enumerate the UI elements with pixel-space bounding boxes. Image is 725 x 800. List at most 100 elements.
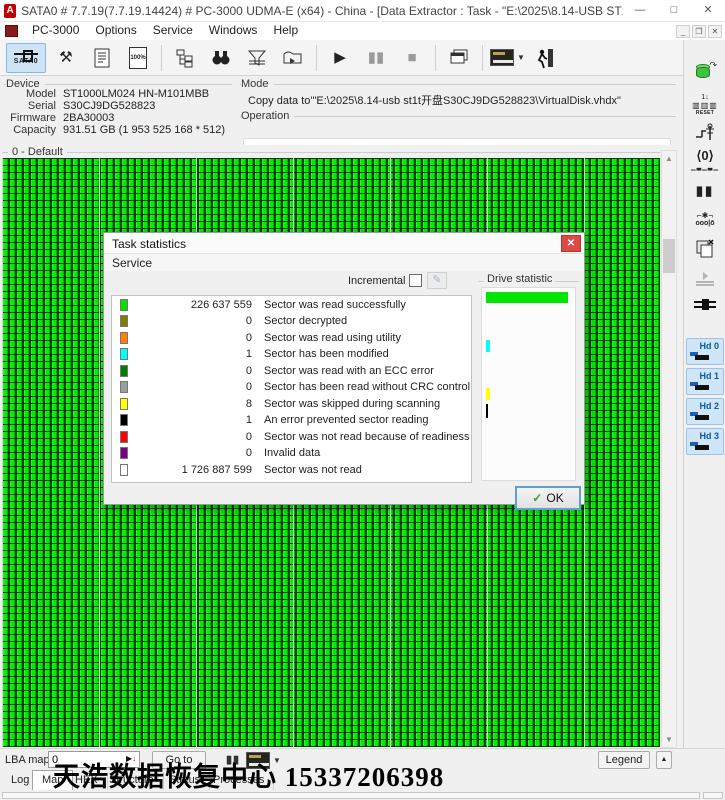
drive-statistic-group: Drive statistic xyxy=(478,273,579,485)
stat-label: Sector has been read without CRC control xyxy=(264,381,470,393)
mode-group-label: Mode xyxy=(241,78,274,90)
stat-row: 8 Sector was skipped during scanning xyxy=(112,396,471,412)
pause-icon: ▮▮ xyxy=(368,50,385,66)
status-grip xyxy=(703,792,723,799)
exit-man-icon xyxy=(535,47,555,69)
ok-button[interactable]: ✓OK xyxy=(516,487,580,509)
map-view-button[interactable]: ▼ xyxy=(490,43,525,73)
script-button[interactable] xyxy=(86,43,118,73)
drive-mark-read xyxy=(486,292,568,303)
sidebar-item-hd0[interactable]: Hd 0 xyxy=(686,338,724,365)
device-model-value: ST1000LM024 HN-M101MBB xyxy=(63,88,209,100)
start-task-button[interactable]: ▶ xyxy=(324,43,356,73)
scroll-up-icon[interactable]: ▲ xyxy=(662,151,676,166)
power-database-button[interactable]: ↷ xyxy=(688,58,722,84)
mdi-restore-button[interactable]: ❐ xyxy=(692,25,706,38)
sidebar-pause-button[interactable]: ▮▮ xyxy=(688,178,722,204)
jumper-icon xyxy=(14,50,38,58)
filter-button[interactable] xyxy=(241,43,273,73)
clear-copies-button[interactable] xyxy=(688,236,722,262)
device-serial-row: SerialS30CJ9DG528823 xyxy=(4,100,155,112)
app-icon: A xyxy=(4,4,16,18)
toolbar-separator xyxy=(435,45,436,71)
eject-button[interactable] xyxy=(277,43,309,73)
menu-service[interactable]: Service xyxy=(145,22,201,40)
head-icon xyxy=(690,382,710,390)
title-bar: A SATA0 # 7.7.19(7.7.19.14424) # PC-3000… xyxy=(0,0,725,22)
scrollbar-thumb[interactable] xyxy=(663,239,675,273)
drive-mark-modified xyxy=(486,340,490,352)
head-icon xyxy=(690,442,710,450)
drive-statistic-panel xyxy=(481,287,576,481)
map-group-line xyxy=(2,152,660,153)
stat-row: 0 Invalid data xyxy=(112,445,471,461)
sidebar-item-hd2[interactable]: Hd 2 xyxy=(686,398,724,425)
device-capacity-row: Capacity931.51 GB (1 953 525 168 * 512) xyxy=(4,124,225,136)
stop-task-button[interactable]: ■ xyxy=(396,43,428,73)
percent-doc-icon: 100% xyxy=(129,47,147,69)
utility-tools-button[interactable]: ⚒ xyxy=(50,43,82,73)
cascade-windows-button[interactable] xyxy=(443,43,475,73)
pause-task-button[interactable]: ▮▮ xyxy=(360,43,392,73)
mode-value: Copy data to'"E:\2025\8.14-usb st1t开盘S30… xyxy=(248,92,621,108)
stat-row: 0 Sector decrypted xyxy=(112,313,471,329)
toolbar-separator xyxy=(161,45,162,71)
clear-copies-icon xyxy=(693,238,717,260)
task-statistics-dialog: Task statistics ✕ Service Incremental ✎ … xyxy=(103,232,585,505)
sidebar-item-hd3[interactable]: Hd 3 xyxy=(686,428,724,455)
menu-options[interactable]: Options xyxy=(87,22,144,40)
menu-pc3000[interactable]: PC-3000 xyxy=(24,22,87,40)
scroll-down-icon[interactable]: ▼ xyxy=(662,732,676,747)
search-button[interactable] xyxy=(205,43,237,73)
stat-count: 0 xyxy=(112,447,252,459)
map-thumbnail-icon xyxy=(490,49,514,66)
menu-bar: PC-3000 Options Service Windows Help _ ❐… xyxy=(0,22,725,40)
sata0-port-button[interactable]: SATA0 xyxy=(6,43,46,73)
legend-button[interactable]: Legend xyxy=(598,751,650,769)
collapse-panel-button[interactable]: ▲ xyxy=(656,751,672,769)
menu-windows[interactable]: Windows xyxy=(201,22,266,40)
brush-icon: ✎ xyxy=(432,274,441,286)
stat-row: 1 Sector has been modified xyxy=(112,346,471,362)
drive-statistic-label: Drive statistic xyxy=(484,273,555,285)
right-sidebar: ↷ 1↓▥▥▥RESET ⟨0⟩▁▃▁▃▁ ▮▮ ⌐✱¬ooo|ō Hd 0 xyxy=(683,40,725,748)
exit-button[interactable] xyxy=(529,43,561,73)
operation-group-line xyxy=(240,116,676,117)
device-firmware-row: Firmware2BA30003 xyxy=(4,112,114,124)
stat-count: 0 xyxy=(112,431,252,443)
head-config-button[interactable] xyxy=(688,120,722,146)
map-scrollbar[interactable]: ▲ ▼ xyxy=(661,150,677,748)
menu-help[interactable]: Help xyxy=(265,22,306,40)
pause-icon: ▮▮ xyxy=(696,183,714,199)
brush-button: ✎ xyxy=(427,272,447,289)
stop-icon: ■ xyxy=(407,50,416,66)
mdi-close-button[interactable]: ✕ xyxy=(708,25,722,38)
reset-button[interactable]: 1↓▥▥▥RESET xyxy=(688,92,722,118)
stat-count: 1 726 887 599 xyxy=(112,464,252,476)
stat-count: 0 xyxy=(112,381,252,393)
sidebar-item-hd1[interactable]: Hd 1 xyxy=(686,368,724,395)
stat-count: 0 xyxy=(112,332,252,344)
minimize-button[interactable]: — xyxy=(623,0,657,21)
binoculars-icon xyxy=(211,49,231,67)
play-icon: ▶ xyxy=(334,50,346,66)
window-title: SATA0 # 7.7.19(7.7.19.14424) # PC-3000 U… xyxy=(21,2,623,19)
chevron-down-icon[interactable]: ▼ xyxy=(517,53,525,62)
close-button[interactable]: ✕ xyxy=(691,0,725,21)
sector-jump-button[interactable]: ⌐✱¬ooo|ō xyxy=(688,206,722,232)
recalibrate-button[interactable]: ⟨0⟩▁▃▁▃▁ xyxy=(688,146,722,172)
dialog-menu-service[interactable]: Service xyxy=(112,256,152,270)
report-button[interactable]: 100% xyxy=(122,43,154,73)
mdi-minimize-button[interactable]: _ xyxy=(676,25,690,38)
maximize-button[interactable]: □ xyxy=(657,0,691,21)
merge-button[interactable] xyxy=(688,292,722,318)
task-links-button[interactable] xyxy=(169,43,201,73)
statistics-list: 226 637 559 Sector was read successfully… xyxy=(111,295,472,483)
stat-row: 1 An error prevented sector reading xyxy=(112,412,471,428)
dialog-close-button[interactable]: ✕ xyxy=(561,235,581,252)
dialog-title-bar[interactable]: Task statistics ✕ xyxy=(104,233,584,254)
incremental-checkbox[interactable] xyxy=(409,274,422,287)
dialog-title: Task statistics xyxy=(112,237,186,251)
device-capacity-value: 931.51 GB (1 953 525 168 * 512) xyxy=(63,124,225,136)
device-serial-value: S30CJ9DG528823 xyxy=(63,100,155,112)
